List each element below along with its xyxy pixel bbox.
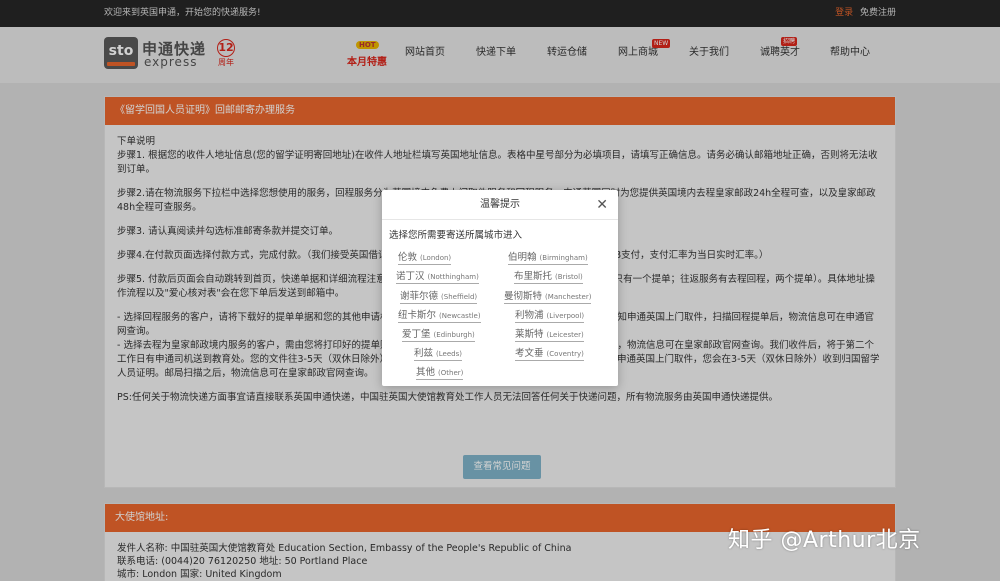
anniversary-badge: 12 周年 xyxy=(216,39,236,68)
city-value: London xyxy=(142,569,178,580)
country-value: United Kingdom xyxy=(205,569,282,580)
phone-value: (0044)20 76120250 xyxy=(161,556,257,567)
city-label: 城市: xyxy=(117,569,140,580)
nav-careers[interactable]: 诚聘英才 xyxy=(760,27,800,83)
city-cn: 爱丁堡 xyxy=(402,329,431,340)
ps-note: PS:任何关于物流快递方面事宜请直接联系英国申通快递，中国驻英国大使馆教育处工作… xyxy=(117,392,778,403)
city-link-other[interactable]: 其他 (Other) xyxy=(416,367,464,380)
top-bar: 欢迎来到英国申通，开始您的快递服务! 登录 免费注册 xyxy=(0,0,1000,27)
hot-badge: HOT xyxy=(356,41,379,49)
city-cn: 伯明翰 xyxy=(508,252,537,263)
city-en: (Leeds) xyxy=(436,350,462,358)
site-header: sto 申通快递 express 12 周年 HOT 本月特惠 网站首页 快递下… xyxy=(0,27,1000,83)
auth-links: 登录 免费注册 xyxy=(835,0,896,27)
nav-home[interactable]: 网站首页 xyxy=(405,27,445,83)
sender-value: 中国驻英国大使馆教育处 Education Section, Embassy o… xyxy=(170,543,572,554)
close-icon[interactable]: ✕ xyxy=(596,190,608,220)
city-cn: 利物浦 xyxy=(515,310,544,321)
city-en: (Notthingham) xyxy=(427,273,479,281)
monthly-deal-link[interactable]: HOT 本月特惠 xyxy=(346,41,388,71)
sender-label: 发件人名称: xyxy=(117,543,168,554)
city-en: (Coventry) xyxy=(546,350,584,358)
nav-about-us[interactable]: 关于我们 xyxy=(689,27,729,83)
city-cn: 谢菲尔德 xyxy=(400,291,439,302)
panel-title: 《留学回国人员证明》回邮邮寄办理服务 xyxy=(105,97,895,125)
city-link-edinburgh[interactable]: 爱丁堡 (Edinburgh) xyxy=(402,329,475,342)
new-badge: NEW xyxy=(652,39,671,48)
step-1: 步骤1. 根据您的收件人地址信息(您的留学证明寄回地址)在收件人地址栏填写英国地… xyxy=(117,150,878,175)
city-en: (Bristol) xyxy=(555,273,583,281)
anniversary-suffix: 周年 xyxy=(218,58,234,67)
watermark: 知乎 @Arthur北京 xyxy=(728,528,921,553)
city-en: (Birmingham) xyxy=(539,254,588,262)
logo-en-text: express xyxy=(144,55,198,69)
city-en: (Leicester) xyxy=(546,331,584,339)
hiring-badge: 招聘 xyxy=(781,37,798,46)
address-label: 地址: xyxy=(259,556,282,567)
city-cn: 利兹 xyxy=(414,348,434,359)
nav-help-center[interactable]: 帮助中心 xyxy=(830,27,870,83)
phone-row: 联系电话: (0044)20 76120250 地址: 50 Portland … xyxy=(117,555,883,568)
login-link[interactable]: 登录 xyxy=(835,8,853,18)
city-row: 城市: London 国家: United Kingdom xyxy=(117,568,883,581)
city-en: (Manchester) xyxy=(545,293,592,301)
city-en: (Edinburgh) xyxy=(433,331,475,339)
city-en: (Sheffield) xyxy=(441,293,478,301)
city-cn: 诺丁汉 xyxy=(396,271,425,282)
city-link-coventry[interactable]: 考文垂 (Coventry) xyxy=(515,348,584,361)
city-cn: 考文垂 xyxy=(515,348,544,359)
faq-button[interactable]: 查看常见问题 xyxy=(463,455,541,479)
city-en: (Newcastle) xyxy=(439,312,481,320)
city-link-birmingham[interactable]: 伯明翰 (Birmingham) xyxy=(508,252,588,265)
country-label: 国家: xyxy=(180,569,203,580)
city-link-manchester[interactable]: 曼彻斯特 (Manchester) xyxy=(504,291,592,304)
nav-forwarding-warehouse[interactable]: 转运仓储 xyxy=(547,27,587,83)
modal-subtitle: 选择您所需要寄送所属城市进入 xyxy=(389,230,523,241)
modal-header: 温馨提示 ✕ xyxy=(382,190,618,220)
anniversary-years: 12 xyxy=(217,39,235,57)
order-instructions-heading: 下单说明 xyxy=(117,136,156,147)
city-link-liverpool[interactable]: 利物浦 (Liverpool) xyxy=(515,310,585,323)
sto-logo[interactable]: sto 申通快递 express 12 周年 xyxy=(104,37,236,73)
city-link-bristol[interactable]: 布里斯托 (Bristol) xyxy=(514,271,583,284)
city-link-leicester[interactable]: 莱斯特 (Leicester) xyxy=(515,329,584,342)
register-link[interactable]: 免费注册 xyxy=(860,8,896,18)
city-cn: 伦敦 xyxy=(398,252,418,263)
city-cn: 纽卡斯尔 xyxy=(398,310,437,321)
address-value: 50 Portland Place xyxy=(284,556,368,567)
phone-label: 联系电话: xyxy=(117,556,159,567)
city-link-nottingham[interactable]: 诺丁汉 (Notthingham) xyxy=(396,271,479,284)
city-cn: 曼彻斯特 xyxy=(504,291,543,302)
city-cn: 布里斯托 xyxy=(514,271,553,282)
city-en: (Other) xyxy=(438,369,464,377)
city-cn: 其他 xyxy=(416,367,436,378)
nav-online-mall[interactable]: 网上商城 xyxy=(618,27,658,83)
city-link-newcastle[interactable]: 纽卡斯尔 (Newcastle) xyxy=(398,310,481,323)
city-link-leeds[interactable]: 利兹 (Leeds) xyxy=(414,348,462,361)
city-en: (Liverpool) xyxy=(546,312,585,320)
monthly-deal-label: 本月特惠 xyxy=(347,57,387,68)
modal-title: 温馨提示 xyxy=(480,199,520,210)
logo-mark: sto xyxy=(104,37,138,69)
nav-express-order[interactable]: 快递下单 xyxy=(476,27,516,83)
city-link-sheffield[interactable]: 谢菲尔德 (Sheffield) xyxy=(400,291,478,304)
city-select-modal: 温馨提示 ✕ 选择您所需要寄送所属城市进入 伦敦 (London) 伯明翰 (B… xyxy=(382,190,618,386)
city-cn: 莱斯特 xyxy=(515,329,544,340)
city-link-london[interactable]: 伦敦 (London) xyxy=(398,252,452,265)
city-en: (London) xyxy=(420,254,452,262)
welcome-text: 欢迎来到英国申通，开始您的快递服务! xyxy=(104,8,261,18)
